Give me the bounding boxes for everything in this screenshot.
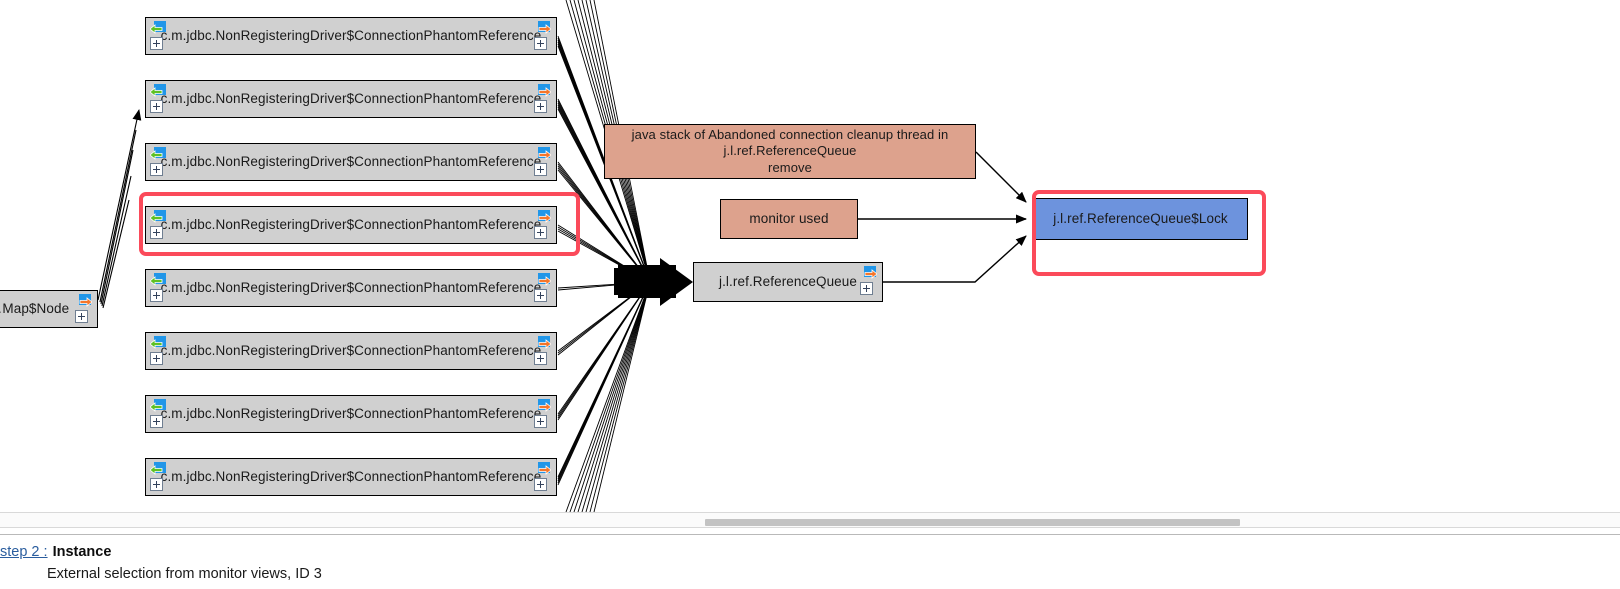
bottom-pane: step 2 : Instance External selection from… xyxy=(0,512,1620,589)
expand-incoming-icon-group[interactable] xyxy=(149,335,169,369)
graph-canvas[interactable]: …Map$Node c.m.jdbc.NonRegisteringDriver$C… xyxy=(0,0,1620,512)
expand-outgoing-icon-group[interactable] xyxy=(859,265,879,299)
expand-incoming-icon xyxy=(150,462,166,475)
expand-plus-icon[interactable] xyxy=(150,352,163,365)
expand-outgoing-icon-group[interactable] xyxy=(533,83,553,117)
expand-incoming-icon xyxy=(150,399,166,412)
expand-plus-icon[interactable] xyxy=(534,226,547,239)
expand-outgoing-icon-group[interactable] xyxy=(533,335,553,369)
graph-node-label: c.m.jdbc.NonRegisteringDriver$Connection… xyxy=(160,406,542,422)
expand-outgoing-icon xyxy=(538,273,551,286)
expand-outgoing-icon xyxy=(538,210,551,223)
graph-node-phantom-ref-6[interactable]: c.m.jdbc.NonRegisteringDriver$Connection… xyxy=(145,332,557,370)
horizontal-scrollbar-track[interactable] xyxy=(0,512,1620,528)
graph-node-reference-queue[interactable]: j.l.ref.ReferenceQueue xyxy=(693,262,883,302)
step-line: step 2 : Instance xyxy=(0,544,111,560)
graph-node-java-stack[interactable]: java stack of Abandoned connection clean… xyxy=(604,124,976,179)
graph-node-phantom-ref-7[interactable]: c.m.jdbc.NonRegisteringDriver$Connection… xyxy=(145,395,557,433)
expand-plus-icon[interactable] xyxy=(534,289,547,302)
graph-node-phantom-ref-3[interactable]: c.m.jdbc.NonRegisteringDriver$Connection… xyxy=(145,143,557,181)
expand-plus-icon[interactable] xyxy=(534,163,547,176)
expand-plus-icon[interactable] xyxy=(860,282,873,295)
expand-incoming-icon-group[interactable] xyxy=(149,272,169,306)
expand-incoming-icon xyxy=(150,210,166,223)
expand-outgoing-icon-group[interactable] xyxy=(533,272,553,306)
expand-outgoing-icon xyxy=(79,294,92,307)
graph-node-phantom-ref-8[interactable]: c.m.jdbc.NonRegisteringDriver$Connection… xyxy=(145,458,557,496)
expand-plus-icon[interactable] xyxy=(534,37,547,50)
expand-outgoing-icon-group[interactable] xyxy=(74,293,94,327)
expand-incoming-icon-group[interactable] xyxy=(149,146,169,180)
expand-incoming-icon xyxy=(150,273,166,286)
expand-plus-icon[interactable] xyxy=(150,289,163,302)
expand-incoming-icon-group[interactable] xyxy=(149,461,169,495)
step-label: Instance xyxy=(52,544,112,560)
expand-plus-icon[interactable] xyxy=(75,310,88,323)
graph-node-phantom-ref-1[interactable]: c.m.jdbc.NonRegisteringDriver$Connection… xyxy=(145,17,557,55)
graph-node-phantom-ref-4[interactable]: c.m.jdbc.NonRegisteringDriver$Connection… xyxy=(145,206,557,244)
expand-incoming-icon xyxy=(150,84,166,97)
selection-detail-panel: step 2 : Instance External selection from… xyxy=(0,535,1620,589)
expand-outgoing-icon-group[interactable] xyxy=(533,398,553,432)
graph-node-label: c.m.jdbc.NonRegisteringDriver$Connection… xyxy=(160,343,542,359)
graph-node-label: c.m.jdbc.NonRegisteringDriver$Connection… xyxy=(160,469,542,485)
expand-plus-icon[interactable] xyxy=(150,415,163,428)
expand-plus-icon[interactable] xyxy=(534,415,547,428)
graph-node-phantom-ref-5[interactable]: c.m.jdbc.NonRegisteringDriver$Connection… xyxy=(145,269,557,307)
expand-plus-icon[interactable] xyxy=(150,100,163,113)
step-link[interactable]: step 2 : xyxy=(0,544,48,560)
expand-incoming-icon-group[interactable] xyxy=(149,20,169,54)
expand-incoming-icon xyxy=(150,147,166,160)
expand-plus-icon[interactable] xyxy=(150,478,163,491)
graph-node-label: java stack of Abandoned connection clean… xyxy=(631,127,949,175)
expand-incoming-icon xyxy=(150,21,166,34)
graph-edge-layer xyxy=(97,0,1027,512)
expand-incoming-icon-group[interactable] xyxy=(149,209,169,243)
expand-plus-icon[interactable] xyxy=(150,226,163,239)
expand-outgoing-icon-group[interactable] xyxy=(533,20,553,54)
expand-outgoing-icon xyxy=(538,399,551,412)
expand-outgoing-icon-group[interactable] xyxy=(533,209,553,243)
expand-outgoing-icon-group[interactable] xyxy=(533,146,553,180)
expand-incoming-icon-group[interactable] xyxy=(149,398,169,432)
graph-node-phantom-ref-2[interactable]: c.m.jdbc.NonRegisteringDriver$Connection… xyxy=(145,80,557,118)
graph-node-label: c.m.jdbc.NonRegisteringDriver$Connection… xyxy=(160,217,542,233)
edges-hashmap-to-phantomrefs xyxy=(97,109,142,309)
edge-bundle-arrowhead xyxy=(614,258,693,306)
expand-outgoing-icon-group[interactable] xyxy=(533,461,553,495)
graph-node-label: c.m.jdbc.NonRegisteringDriver$Connection… xyxy=(160,280,542,296)
graph-node-hashmap-node[interactable]: …Map$Node xyxy=(0,290,98,328)
expand-incoming-icon-group[interactable] xyxy=(149,83,169,117)
graph-node-label: monitor used xyxy=(749,211,829,227)
horizontal-scrollbar-thumb[interactable] xyxy=(705,519,1240,526)
expand-outgoing-icon xyxy=(538,21,551,34)
graph-node-label: c.m.jdbc.NonRegisteringDriver$Connection… xyxy=(160,154,542,170)
graph-node-label: j.l.ref.ReferenceQueue$Lock xyxy=(1053,211,1228,227)
expand-incoming-icon xyxy=(150,336,166,349)
step-detail-text: External selection from monitor views, I… xyxy=(47,566,322,582)
graph-node-monitor-used[interactable]: monitor used xyxy=(720,199,858,239)
expand-outgoing-icon xyxy=(538,147,551,160)
expand-plus-icon[interactable] xyxy=(534,352,547,365)
expand-outgoing-icon xyxy=(538,84,551,97)
expand-plus-icon[interactable] xyxy=(150,163,163,176)
expand-plus-icon[interactable] xyxy=(534,100,547,113)
expand-outgoing-icon xyxy=(538,462,551,475)
expand-outgoing-icon xyxy=(538,336,551,349)
graph-node-label: c.m.jdbc.NonRegisteringDriver$Connection… xyxy=(160,28,542,44)
graph-node-label: j.l.ref.ReferenceQueue xyxy=(718,274,858,290)
expand-plus-icon[interactable] xyxy=(534,478,547,491)
graph-node-label: c.m.jdbc.NonRegisteringDriver$Connection… xyxy=(160,91,542,107)
expand-outgoing-icon xyxy=(864,266,877,279)
graph-node-reference-queue-lock[interactable]: j.l.ref.ReferenceQueue$Lock xyxy=(1033,198,1248,240)
edges-phantomrefs-to-referencequeue xyxy=(557,0,651,512)
expand-plus-icon[interactable] xyxy=(150,37,163,50)
